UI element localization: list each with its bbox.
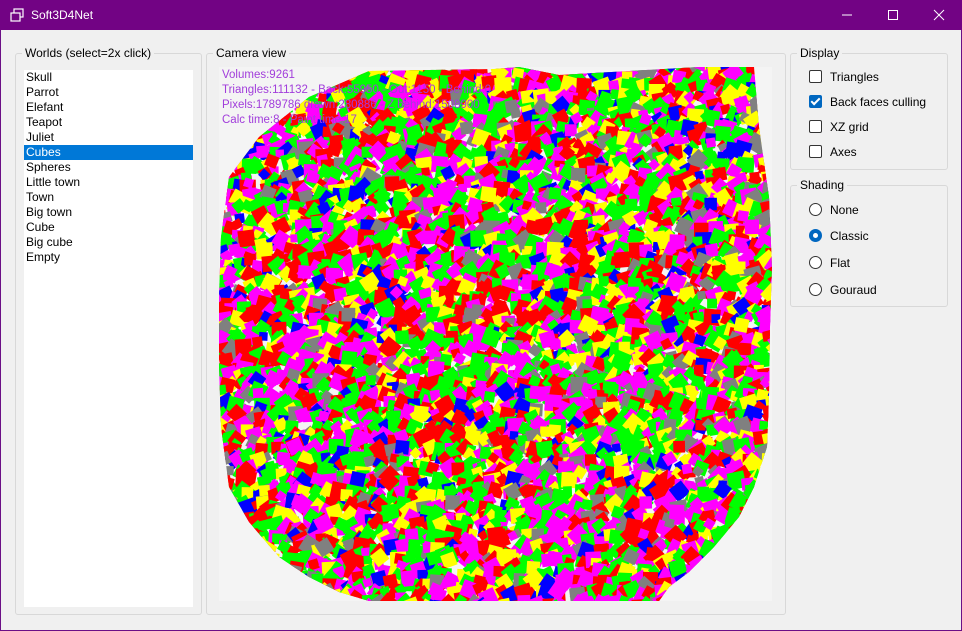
world-item-cubes[interactable]: Cubes xyxy=(24,145,193,160)
radio-label: Classic xyxy=(830,229,869,243)
stats-line: Calc time:8 - Paint time:17 xyxy=(222,114,357,126)
world-item-empty[interactable]: Empty xyxy=(24,250,193,265)
close-button[interactable] xyxy=(916,0,962,30)
world-item-big-cube[interactable]: Big cube xyxy=(24,235,193,250)
client-area: Worlds (select=2x click) Skull Parrot Elef… xyxy=(1,30,961,630)
title-bar[interactable]: Soft3D4Net xyxy=(0,0,962,30)
render-stats: Volumes:9261 Triangles:111132 - Back:5595… xyxy=(222,68,491,128)
checkbox-label: Back faces culling xyxy=(830,95,927,109)
radio-button[interactable] xyxy=(809,256,822,270)
world-item-juliet[interactable]: Juliet xyxy=(24,130,193,145)
shading-gouraud-radio[interactable]: Gouraud xyxy=(809,281,877,299)
minimize-button[interactable] xyxy=(824,0,870,30)
worlds-listbox[interactable]: Skull Parrot Elefant Teapot Juliet Cubes Spher… xyxy=(24,70,193,607)
stats-line: Volumes:9261 xyxy=(222,69,295,81)
stats-line: Pixels:1789786 drawn:280886 - Z behind:1… xyxy=(222,99,480,111)
maximize-icon xyxy=(888,10,898,20)
cubes-render xyxy=(219,67,772,601)
shading-group: Shading None Classic Flat Gouraud xyxy=(790,178,948,307)
stats-line: Triangles:111132 - Back:55950 - Out:1150… xyxy=(222,84,492,96)
world-item-town[interactable]: Town xyxy=(24,190,193,205)
radio-button[interactable] xyxy=(809,229,822,243)
cube-field xyxy=(219,67,772,601)
radio-label: Gouraud xyxy=(830,283,877,297)
radio-label: Flat xyxy=(830,256,851,270)
close-icon xyxy=(933,9,945,21)
checkbox-label: XZ grid xyxy=(830,120,869,134)
camera-view-group: Camera view Volumes:9261 Triangles:111132… xyxy=(206,46,786,615)
xz-grid-checkbox[interactable]: XZ grid xyxy=(809,118,869,136)
radio-label: None xyxy=(830,203,859,217)
app-icon xyxy=(10,8,24,22)
shading-none-radio[interactable]: None xyxy=(809,201,859,219)
radio-button[interactable] xyxy=(809,203,822,217)
checkbox-box[interactable] xyxy=(809,70,822,84)
world-item-little-town[interactable]: Little town xyxy=(24,175,193,190)
checkbox-box[interactable] xyxy=(809,120,822,134)
world-item-spheres[interactable]: Spheres xyxy=(24,160,193,175)
checkbox-label: Triangles xyxy=(830,70,879,84)
checkbox-box[interactable] xyxy=(809,95,822,109)
back-faces-culling-checkbox[interactable]: Back faces culling xyxy=(809,93,926,111)
shading-legend: Shading xyxy=(797,178,848,192)
camera-viewport[interactable]: Volumes:9261 Triangles:111132 - Back:5595… xyxy=(219,67,772,601)
minimize-icon xyxy=(842,14,852,16)
display-legend: Display xyxy=(797,46,843,60)
camera-view-legend: Camera view xyxy=(213,46,290,60)
triangles-checkbox[interactable]: Triangles xyxy=(809,68,879,86)
axes-checkbox[interactable]: Axes xyxy=(809,143,857,161)
maximize-button[interactable] xyxy=(870,0,916,30)
world-item-cube[interactable]: Cube xyxy=(24,220,193,235)
radio-button[interactable] xyxy=(809,283,822,297)
worlds-legend: Worlds (select=2x click) xyxy=(22,46,155,60)
checkbox-box[interactable] xyxy=(809,145,822,159)
shading-flat-radio[interactable]: Flat xyxy=(809,254,850,272)
world-item-teapot[interactable]: Teapot xyxy=(24,115,193,130)
world-item-skull[interactable]: Skull xyxy=(24,70,193,85)
world-item-parrot[interactable]: Parrot xyxy=(24,85,193,100)
world-item-big-town[interactable]: Big town xyxy=(24,205,193,220)
window-title: Soft3D4Net xyxy=(31,8,94,22)
world-item-elefant[interactable]: Elefant xyxy=(24,100,193,115)
display-group: Display Triangles Back faces culling XZ gr… xyxy=(790,46,948,170)
worlds-group: Worlds (select=2x click) Skull Parrot Elef… xyxy=(15,46,202,615)
shading-classic-radio[interactable]: Classic xyxy=(809,227,869,245)
checkbox-label: Axes xyxy=(830,145,857,159)
